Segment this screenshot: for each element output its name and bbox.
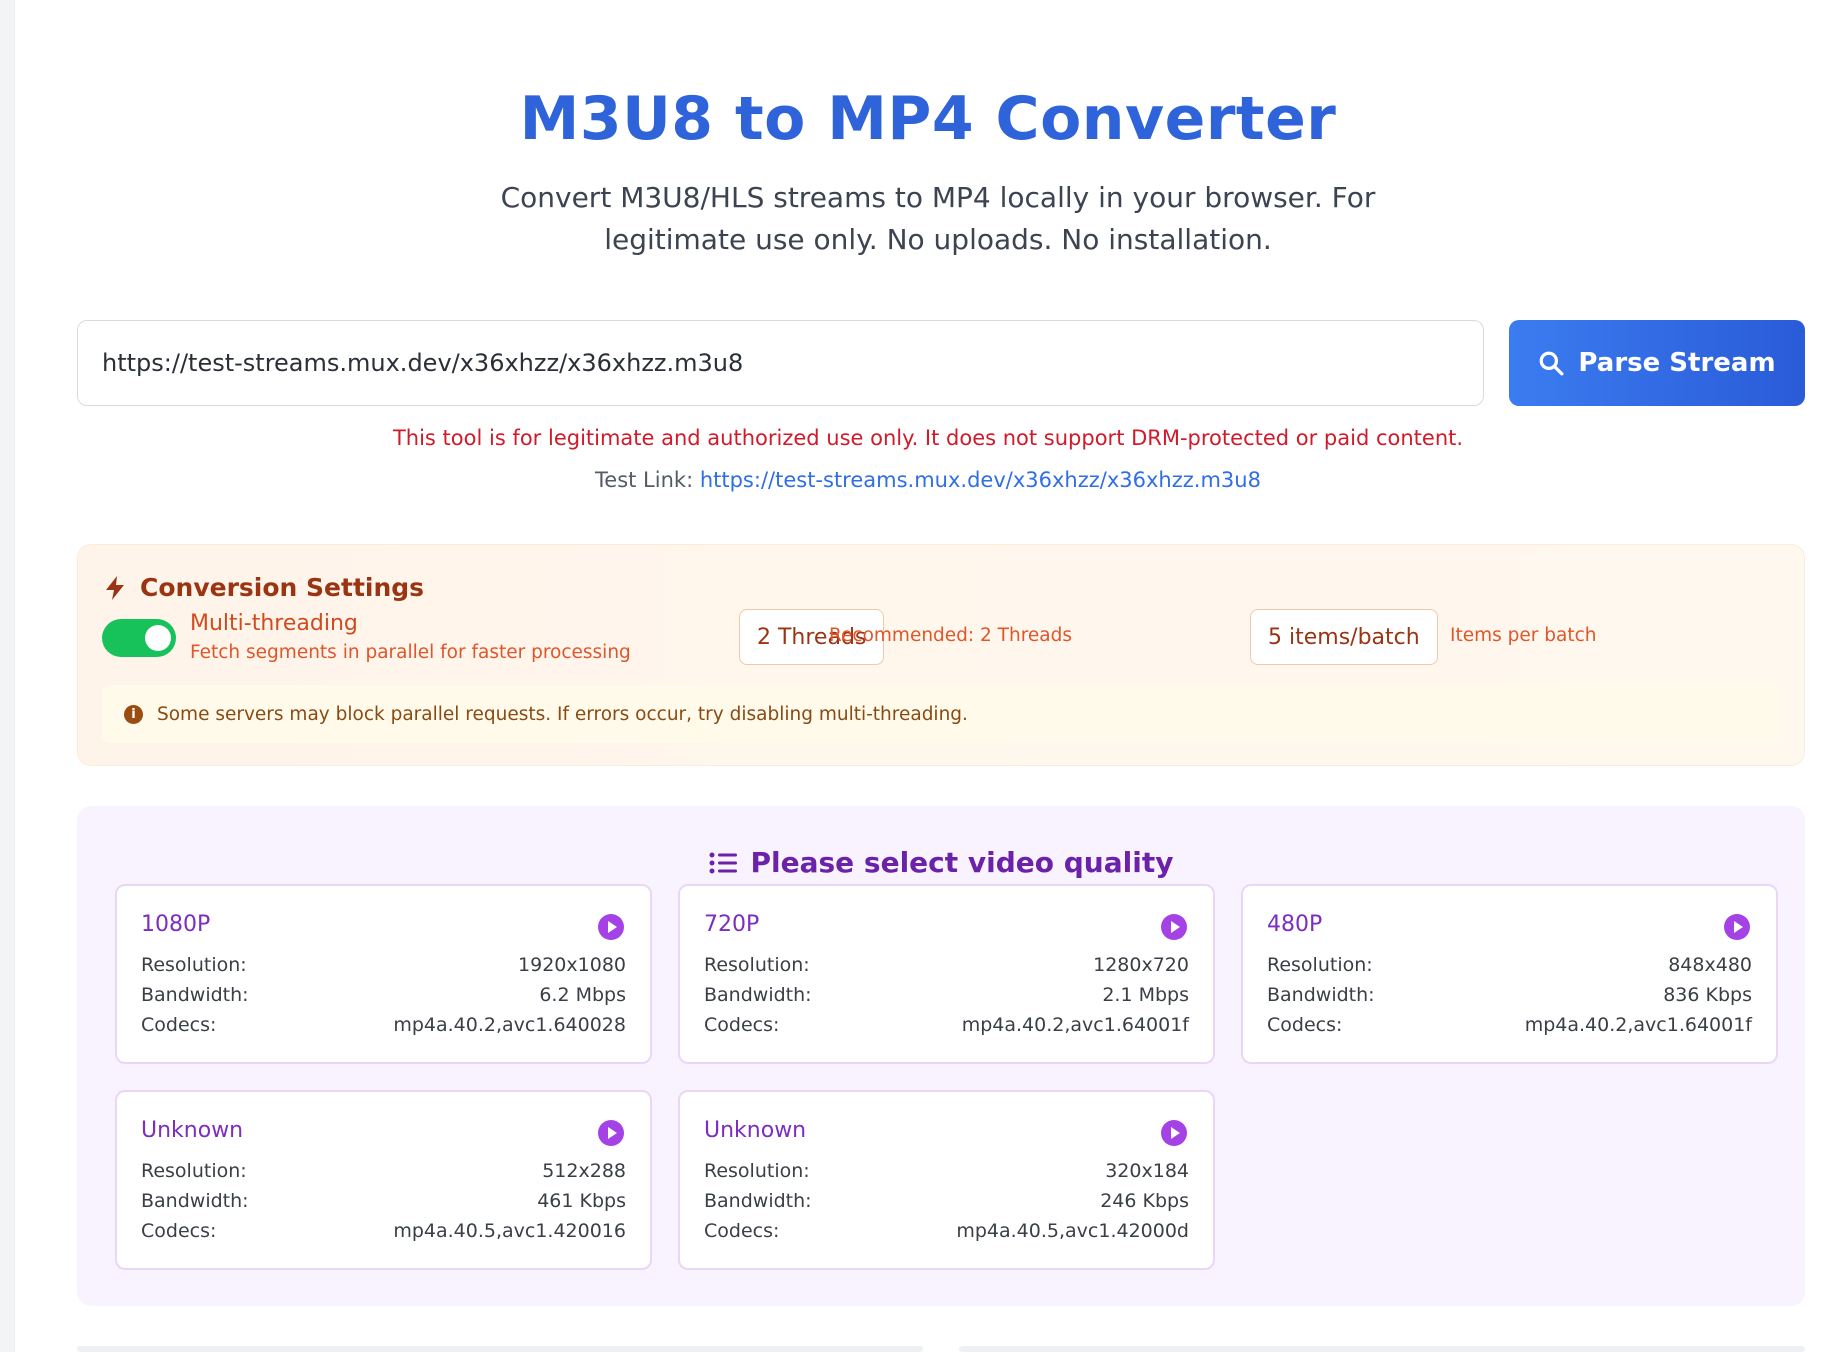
parallel-warning: i Some servers may block parallel reques…	[102, 685, 1782, 743]
resolution-label: Resolution:	[141, 1160, 247, 1182]
info-icon: i	[124, 704, 143, 724]
next-section-edge	[77, 1346, 923, 1352]
quality-option-card[interactable]: 1080P Resolution: 1920x1080 Bandwidth: 6…	[115, 884, 652, 1064]
resolution-label: Resolution:	[141, 954, 247, 976]
bandwidth-row: Bandwidth: 246 Kbps	[704, 1190, 1189, 1212]
codecs-label: Codecs:	[704, 1220, 780, 1242]
resolution-value: 1280x720	[1093, 954, 1189, 976]
test-link[interactable]: https://test-streams.mux.dev/x36xhzz/x36…	[700, 468, 1261, 492]
bandwidth-row: Bandwidth: 2.1 Mbps	[704, 984, 1189, 1006]
resolution-value: 848x480	[1668, 954, 1752, 976]
codecs-row: Codecs: mp4a.40.2,avc1.64001f	[1267, 1014, 1752, 1036]
quality-name: 720P	[704, 912, 760, 937]
resolution-row: Resolution: 512x288	[141, 1160, 626, 1182]
codecs-row: Codecs: mp4a.40.5,avc1.420016	[141, 1220, 626, 1242]
codecs-value: mp4a.40.2,avc1.64001f	[1524, 1014, 1752, 1036]
resolution-label: Resolution:	[704, 954, 810, 976]
batch-size-hint: Items per batch	[1450, 625, 1597, 646]
quality-selection-panel: Please select video quality 1080P Resolu…	[77, 806, 1805, 1306]
batch-size-select[interactable]: 5 items/batch	[1250, 609, 1438, 665]
parallel-warning-text: Some servers may block parallel requests…	[157, 703, 968, 725]
quality-name: Unknown	[141, 1118, 244, 1143]
play-icon[interactable]	[1161, 914, 1187, 940]
quality-name: 480P	[1267, 912, 1323, 937]
multithreading-toggle[interactable]	[102, 619, 176, 657]
bandwidth-value: 461 Kbps	[537, 1190, 626, 1212]
page-container: M3U8 to MP4 Converter Convert M3U8/HLS s…	[14, 0, 1826, 1352]
next-section-edge	[959, 1346, 1805, 1352]
codecs-value: mp4a.40.5,avc1.420016	[393, 1220, 626, 1242]
codecs-label: Codecs:	[141, 1220, 217, 1242]
resolution-value: 1920x1080	[518, 954, 626, 976]
codecs-label: Codecs:	[1267, 1014, 1343, 1036]
play-icon[interactable]	[598, 914, 624, 940]
list-icon	[709, 852, 737, 873]
toggle-knob	[145, 625, 171, 651]
resolution-value: 320x184	[1105, 1160, 1189, 1182]
play-icon[interactable]	[1724, 914, 1750, 940]
quality-name: 1080P	[141, 912, 211, 937]
threads-hint: Recommended: 2 Threads	[829, 625, 1073, 646]
multithreading-description: Fetch segments in parallel for faster pr…	[190, 642, 631, 663]
multithreading-label: Multi-threading	[190, 611, 358, 636]
play-icon[interactable]	[598, 1120, 624, 1146]
legal-notice: This tool is for legitimate and authoriz…	[392, 426, 1464, 450]
settings-title: Conversion Settings	[104, 573, 424, 602]
resolution-row: Resolution: 1280x720	[704, 954, 1189, 976]
stream-url-input[interactable]	[77, 320, 1484, 406]
bandwidth-row: Bandwidth: 461 Kbps	[141, 1190, 626, 1212]
settings-title-text: Conversion Settings	[140, 573, 425, 602]
bandwidth-label: Bandwidth:	[704, 1190, 812, 1212]
codecs-value: mp4a.40.2,avc1.640028	[393, 1014, 626, 1036]
codecs-label: Codecs:	[704, 1014, 780, 1036]
bandwidth-label: Bandwidth:	[141, 984, 249, 1006]
codecs-value: mp4a.40.2,avc1.64001f	[961, 1014, 1189, 1036]
resolution-value: 512x288	[542, 1160, 626, 1182]
resolution-row: Resolution: 1920x1080	[141, 954, 626, 976]
test-link-label: Test Link:	[595, 468, 694, 492]
codecs-row: Codecs: mp4a.40.5,avc1.42000d	[704, 1220, 1189, 1242]
resolution-row: Resolution: 848x480	[1267, 954, 1752, 976]
quality-option-card[interactable]: 480P Resolution: 848x480 Bandwidth: 836 …	[1241, 884, 1778, 1064]
resolution-label: Resolution:	[1267, 954, 1373, 976]
bandwidth-value: 246 Kbps	[1100, 1190, 1189, 1212]
codecs-row: Codecs: mp4a.40.2,avc1.64001f	[704, 1014, 1189, 1036]
quality-option-card[interactable]: Unknown Resolution: 320x184 Bandwidth: 2…	[678, 1090, 1215, 1270]
bandwidth-value: 836 Kbps	[1663, 984, 1752, 1006]
quality-name: Unknown	[704, 1118, 807, 1143]
play-icon[interactable]	[1161, 1120, 1187, 1146]
bandwidth-label: Bandwidth:	[1267, 984, 1375, 1006]
bandwidth-row: Bandwidth: 836 Kbps	[1267, 984, 1752, 1006]
bandwidth-label: Bandwidth:	[141, 1190, 249, 1212]
bandwidth-value: 2.1 Mbps	[1102, 984, 1189, 1006]
parse-stream-label: Parse Stream	[1578, 348, 1776, 378]
codecs-row: Codecs: mp4a.40.2,avc1.640028	[141, 1014, 626, 1036]
search-icon	[1540, 351, 1564, 376]
bandwidth-label: Bandwidth:	[704, 984, 812, 1006]
page-title: M3U8 to MP4 Converter	[519, 84, 1337, 154]
page-subtitle: Convert M3U8/HLS streams to MP4 locally …	[500, 181, 1376, 256]
test-link-line: Test Link: https://test-streams.mux.dev/…	[15, 468, 1826, 492]
quality-title: Please select video quality	[77, 846, 1805, 879]
conversion-settings-panel: Conversion Settings Multi-threading Fetc…	[77, 544, 1805, 766]
lightning-icon	[106, 575, 124, 600]
parse-stream-button[interactable]: Parse Stream	[1509, 320, 1805, 406]
quality-option-card[interactable]: Unknown Resolution: 512x288 Bandwidth: 4…	[115, 1090, 652, 1270]
bandwidth-value: 6.2 Mbps	[539, 984, 626, 1006]
codecs-label: Codecs:	[141, 1014, 217, 1036]
bandwidth-row: Bandwidth: 6.2 Mbps	[141, 984, 626, 1006]
quality-title-text: Please select video quality	[750, 846, 1174, 879]
codecs-value: mp4a.40.5,avc1.42000d	[956, 1220, 1189, 1242]
resolution-label: Resolution:	[704, 1160, 810, 1182]
quality-option-card[interactable]: 720P Resolution: 1280x720 Bandwidth: 2.1…	[678, 884, 1215, 1064]
resolution-row: Resolution: 320x184	[704, 1160, 1189, 1182]
